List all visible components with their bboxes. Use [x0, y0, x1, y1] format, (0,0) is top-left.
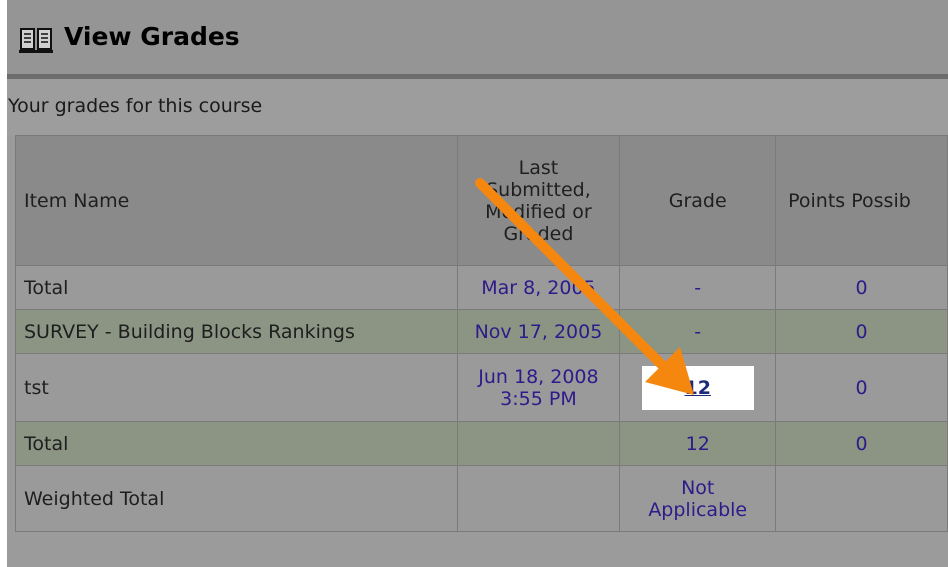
- table-row: SURVEY - Building Blocks Rankings Nov 17…: [15, 309, 948, 354]
- grade-value: -: [619, 309, 777, 354]
- table-header-row: Item Name Last Submitted, Modified or Gr…: [15, 135, 948, 266]
- header-line: Graded: [503, 222, 574, 245]
- table-caption: Your grades for this course: [8, 95, 263, 117]
- column-header-item-name[interactable]: Item Name: [15, 135, 458, 266]
- item-name: Total: [15, 265, 458, 310]
- column-header-grade[interactable]: Grade: [619, 135, 777, 266]
- table-row: Total 12 0: [15, 421, 948, 466]
- grade-value: 12: [619, 421, 777, 466]
- page-title: View Grades: [64, 22, 240, 51]
- header-line: Modified or: [485, 200, 592, 223]
- table-row: Total Mar 8, 2005 - 0: [15, 265, 948, 310]
- points-possible: 0: [775, 353, 948, 422]
- item-name: SURVEY - Building Blocks Rankings: [15, 309, 458, 354]
- table-row: tst Jun 18, 2008 3:55 PM 12 0: [15, 353, 948, 422]
- item-name: tst: [15, 353, 458, 422]
- time-line: 3:55 PM: [500, 387, 577, 410]
- points-possible: 0: [775, 309, 948, 354]
- last-submitted: Nov 17, 2005: [456, 309, 621, 354]
- points-possible: 0: [775, 265, 948, 310]
- column-header-points-possible[interactable]: Points Possib: [775, 135, 948, 266]
- grade-cell: 12: [619, 353, 777, 422]
- item-name: Total: [15, 421, 458, 466]
- header-line: Last: [518, 156, 559, 179]
- last-submitted: [456, 421, 621, 466]
- last-submitted: Mar 8, 2005: [456, 265, 621, 310]
- grade-line: Applicable: [648, 498, 748, 521]
- points-possible: [775, 465, 948, 532]
- book-icon: [19, 28, 53, 53]
- grades-table: Item Name Last Submitted, Modified or Gr…: [15, 135, 948, 532]
- grade-value: -: [619, 265, 777, 310]
- grade-link[interactable]: 12: [684, 377, 710, 399]
- table-row: Weighted Total Not Applicable: [15, 465, 948, 532]
- grade-highlight: 12: [641, 365, 754, 410]
- column-header-last-submitted[interactable]: Last Submitted, Modified or Graded: [456, 135, 621, 266]
- grade-value: Not Applicable: [619, 465, 777, 532]
- last-submitted: [456, 465, 621, 532]
- date-line: Jun 18, 2008: [478, 365, 599, 388]
- last-submitted: Jun 18, 2008 3:55 PM: [456, 353, 621, 422]
- grade-line: Not: [681, 476, 715, 499]
- points-possible: 0: [775, 421, 948, 466]
- item-name: Weighted Total: [15, 465, 458, 532]
- header-line: Submitted,: [486, 178, 591, 201]
